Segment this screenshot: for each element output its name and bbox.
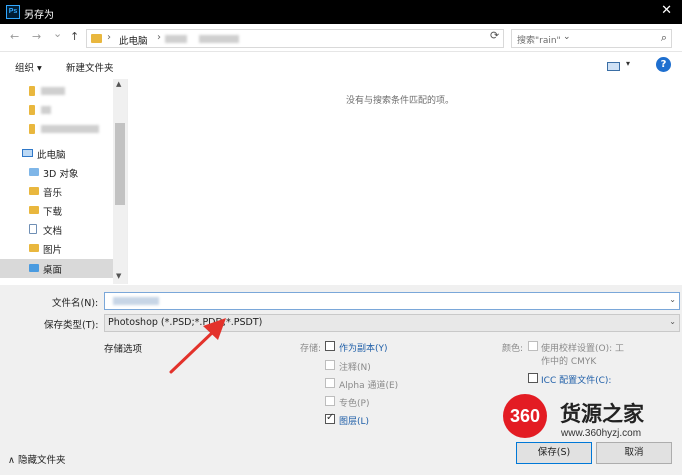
- watermark-name: 货源之家: [560, 402, 644, 426]
- watermark-url: www.360hyzj.com: [561, 428, 642, 439]
- watermark-logo: 360: [503, 394, 547, 438]
